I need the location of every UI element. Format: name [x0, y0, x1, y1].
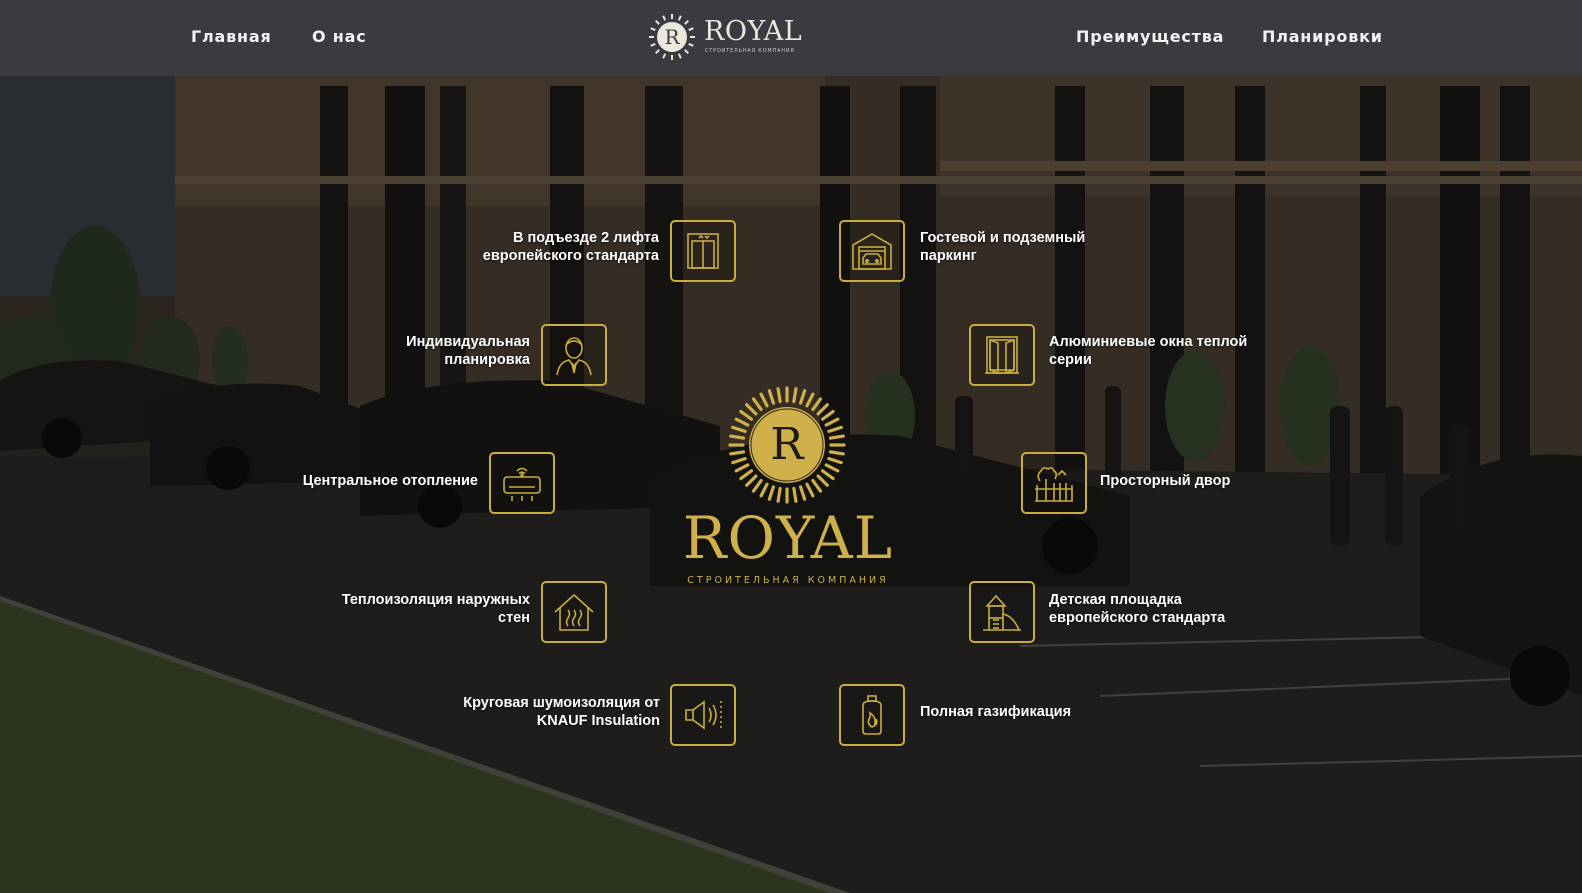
emblem-ray [734, 417, 750, 427]
feature-parking [839, 220, 905, 282]
emblem-ray [811, 397, 823, 412]
yard-icon [1035, 467, 1073, 502]
nav-plans-link[interactable]: Планировки [1262, 27, 1383, 46]
feature-planning-label: Индивидуальная планировка [406, 334, 530, 368]
emblem-ray [805, 482, 815, 498]
emblem-ray [820, 469, 835, 481]
emblem-ray [759, 482, 769, 498]
emblem-ray [824, 417, 840, 427]
royal-emblem-icon: R [649, 14, 695, 60]
gas-cylinder-icon [862, 695, 882, 735]
emblem-ray [828, 434, 845, 440]
emblem-ray [798, 485, 807, 501]
feature-elevators-label: В подъезде 2 лифта европейского стандарта [482, 230, 659, 264]
emblem-ray [759, 392, 769, 408]
feature-playground [969, 581, 1035, 643]
feature-insulation-label: Теплоизоляция наружных стен [341, 592, 530, 626]
feature-planning [541, 324, 607, 386]
hero-section: В подъезде 2 лифта европейского стандарта… [0, 76, 1582, 893]
emblem-ray [751, 397, 763, 412]
house-heat-icon [554, 593, 594, 631]
feature-soundproof [670, 684, 736, 746]
nav-home-link[interactable]: Главная [191, 27, 272, 46]
window-icon [985, 336, 1019, 375]
emblem-ray [820, 409, 835, 421]
emblem-ray [798, 389, 807, 405]
emblem-ray [816, 403, 829, 416]
feature-playground-label: Детская площадка европейского стандарта [1049, 592, 1226, 626]
playground-icon [983, 594, 1021, 631]
site-header: Главная О нас R ROYAL СТРОИТЕЛЬНАЯ КОМПА… [0, 0, 1582, 76]
feature-gas-label: Полная газификация [920, 704, 1072, 720]
elevator-icon [687, 233, 719, 269]
emblem-ray [792, 387, 798, 404]
emblem-ray [824, 463, 840, 473]
garage-icon [852, 233, 892, 270]
emblem-ray [805, 392, 815, 408]
emblem-ray [811, 478, 823, 493]
royal-emblem-icon: R [728, 386, 846, 504]
emblem-ray [729, 450, 746, 456]
emblem-ray [739, 469, 754, 481]
emblem-ray [776, 387, 782, 404]
center-logo-name: ROYAL [682, 504, 894, 572]
emblem-ray [767, 389, 776, 405]
feature-yard [1021, 452, 1087, 514]
person-icon [556, 337, 592, 376]
header-logo[interactable]: R ROYAL СТРОИТЕЛЬНАЯ КОМПАНИЯ [648, 13, 802, 61]
emblem-ray [734, 463, 750, 473]
emblem-ray [828, 450, 845, 456]
emblem-ray [751, 478, 763, 493]
svg-text:R: R [770, 419, 805, 470]
emblem-ray [731, 425, 747, 434]
svg-text:R: R [664, 25, 680, 49]
emblem-ray [729, 434, 746, 440]
nav-advantages-link[interactable]: Преимущества [1076, 27, 1224, 46]
speaker-icon [685, 700, 722, 730]
feature-insulation [541, 581, 607, 643]
emblem-ray [745, 403, 758, 416]
feature-elevators [670, 220, 736, 282]
nav-about-link[interactable]: О нас [312, 27, 367, 46]
feature-soundproof-label: Круговая шумоизоляция от KNAUF Insulation [463, 695, 660, 729]
header-logo-tagline: СТРОИТЕЛЬНАЯ КОМПАНИЯ [705, 48, 795, 54]
heater-icon [503, 467, 541, 501]
emblem-ray [776, 486, 782, 503]
emblem-ray [739, 409, 754, 421]
emblem-ray [816, 474, 829, 487]
emblem-ray [827, 456, 843, 465]
emblem-ray [792, 486, 798, 503]
feature-gas [839, 684, 905, 746]
emblem-ray [767, 485, 776, 501]
header-logo-name: ROYAL [704, 16, 803, 47]
emblem-ray [731, 456, 747, 465]
feature-windows-label: Алюминиевые окна теплой серии [1049, 334, 1248, 368]
center-logo: R ROYAL СТРОИТЕЛЬНАЯ КОМПАНИЯ [672, 385, 904, 590]
emblem-ray [827, 425, 843, 434]
feature-heating-label: Центральное отопление [302, 473, 478, 489]
feature-heating [489, 452, 555, 514]
feature-yard-label: Просторный двор [1100, 473, 1231, 489]
feature-parking-label: Гостевой и подземный паркинг [920, 230, 1086, 264]
feature-windows [969, 324, 1035, 386]
emblem-ray [745, 474, 758, 487]
center-logo-tagline: СТРОИТЕЛЬНАЯ КОМПАНИЯ [687, 575, 889, 586]
